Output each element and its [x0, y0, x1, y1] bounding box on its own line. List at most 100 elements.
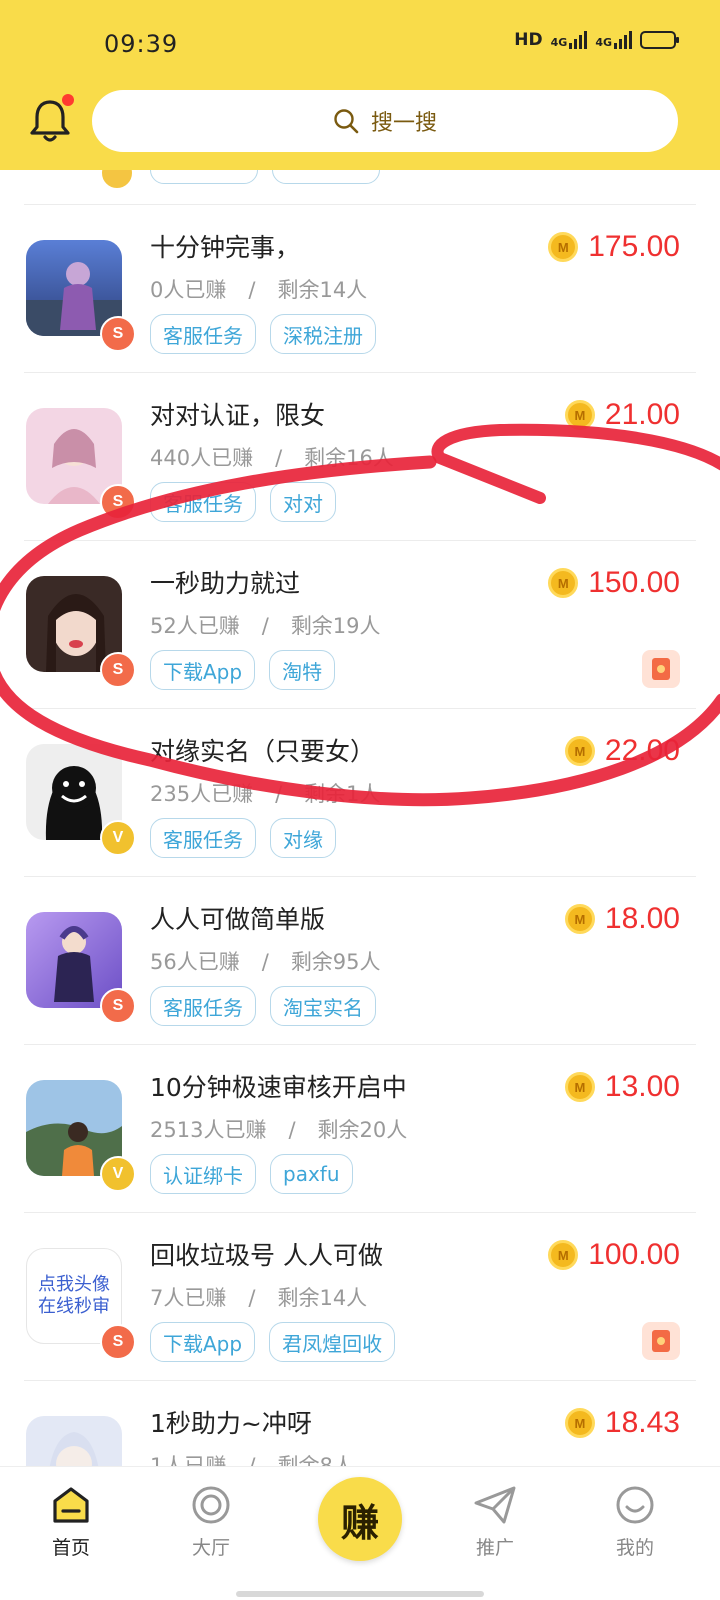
coin-icon: M — [564, 400, 595, 430]
nav-home[interactable]: 首页 — [16, 1485, 126, 1560]
task-title: 1秒助力~冲呀 — [150, 1409, 312, 1438]
status-time: 09:39 — [104, 30, 179, 58]
level-badge: S — [100, 1324, 136, 1360]
hd-indicator: HD — [514, 30, 543, 50]
task-reward: M 18.00 — [564, 902, 680, 936]
home-icon — [53, 1487, 89, 1523]
task-row[interactable]: S 十分钟完事， 0人已赚 / 剩余14人 客服任务 深税注册 M 175.00 — [0, 204, 720, 372]
battery-icon — [640, 31, 679, 49]
top-header: 09:39 HD 4G 4G 搜一搜 — [0, 0, 720, 170]
task-row[interactable]: S 一秒助力就过 52人已赚 / 剩余19人 下载App 淘特 M 150.00 — [0, 540, 720, 708]
task-tag[interactable]: 深税注册 — [270, 314, 376, 354]
task-title: 十分钟完事， — [150, 233, 301, 262]
nav-promote-label: 推广 — [475, 1537, 514, 1559]
task-title: 对缘实名（只要女） — [150, 737, 376, 766]
task-reward: M 18.43 — [564, 1406, 680, 1440]
task-stats: 235人已赚 / 剩余1人 — [150, 782, 381, 806]
task-tag[interactable]: 君凤煌回收 — [269, 1322, 396, 1362]
level-badge: S — [100, 988, 136, 1024]
task-amount: 150.00 — [588, 566, 680, 599]
task-reward: M 13.00 — [564, 1070, 680, 1104]
task-tag[interactable]: 下载App — [150, 1322, 256, 1362]
task-reward: M 21.00 — [564, 398, 680, 432]
profile-icon — [616, 1486, 654, 1524]
task-amount: 13.00 — [604, 1070, 680, 1103]
task-amount: 21.00 — [604, 398, 680, 431]
signal-icon-2: 4G — [595, 31, 632, 49]
search-placeholder: 搜一搜 — [370, 111, 437, 136]
task-tags: 客服任务 对对 — [150, 482, 336, 522]
red-envelope-icon[interactable] — [642, 1322, 680, 1360]
task-amount: 175.00 — [588, 230, 680, 263]
level-badge: V — [100, 1156, 136, 1192]
task-tag[interactable]: 客服任务 — [150, 482, 256, 522]
task-amount: 18.43 — [604, 1406, 680, 1439]
task-title: 对对认证，限女 — [150, 401, 326, 430]
task-title: 10分钟极速审核开启中 — [150, 1073, 407, 1102]
search-bar[interactable]: 搜一搜 — [92, 90, 678, 152]
nav-promote[interactable]: 推广 — [440, 1485, 550, 1560]
signal-icon: 4G — [551, 31, 588, 49]
task-tag[interactable]: 对缘 — [270, 818, 336, 858]
task-row[interactable]: 点我头像在线秒审 S 回收垃圾号 人人可做 7人已赚 / 剩余14人 下载App 君… — [0, 1212, 720, 1380]
paper-plane-icon — [474, 1486, 516, 1524]
status-bar: 09:39 HD 4G 4G — [0, 0, 720, 80]
task-tag[interactable]: 淘宝实名 — [270, 986, 376, 1026]
task-stats: 2513人已赚 / 剩余20人 — [150, 1118, 408, 1142]
partial-task-row — [0, 170, 720, 206]
task-tags: 下载App 君凤煌回收 — [150, 1322, 396, 1362]
task-tags: 客服任务 对缘 — [150, 818, 336, 858]
gesture-home-bar[interactable] — [236, 1591, 484, 1597]
notification-bell-icon[interactable] — [28, 94, 74, 144]
task-stats: 7人已赚 / 剩余14人 — [150, 1286, 368, 1310]
task-tag[interactable]: 客服任务 — [150, 986, 256, 1026]
task-tags: 客服任务 深税注册 — [150, 314, 376, 354]
coin-icon: M — [564, 736, 595, 766]
task-row[interactable]: S 对对认证，限女 440人已赚 / 剩余16人 客服任务 对对 M 21.00 — [0, 372, 720, 540]
task-tag[interactable]: 客服任务 — [150, 314, 256, 354]
task-row[interactable]: S 人人可做简单版 56人已赚 / 剩余95人 客服任务 淘宝实名 M 18.00 — [0, 876, 720, 1044]
earn-button[interactable]: 赚 — [318, 1477, 402, 1561]
task-tag[interactable]: 对对 — [270, 482, 336, 522]
task-row[interactable]: V 对缘实名（只要女） 235人已赚 / 剩余1人 客服任务 对缘 M 22.00 — [0, 708, 720, 876]
task-tag[interactable]: 淘特 — [269, 650, 336, 690]
task-stats: 440人已赚 / 剩余16人 — [150, 446, 394, 470]
nav-mine[interactable]: 我的 — [580, 1485, 690, 1560]
task-tags: 客服任务 淘宝实名 — [150, 986, 376, 1026]
task-tags: 下载App 淘特 — [150, 650, 336, 690]
nav-home-label: 首页 — [51, 1537, 90, 1559]
task-row[interactable]: V 10分钟极速审核开启中 2513人已赚 / 剩余20人 认证绑卡 paxfu M… — [0, 1044, 720, 1212]
task-tag[interactable]: 下载App — [150, 650, 256, 690]
red-envelope-icon[interactable] — [642, 650, 680, 688]
level-badge: S — [100, 316, 136, 352]
status-icons: HD 4G 4G — [514, 30, 679, 50]
coin-icon: M — [548, 232, 579, 262]
nav-hall-label: 大厅 — [191, 1537, 230, 1559]
task-reward: M 100.00 — [548, 1238, 680, 1272]
task-reward: M 22.00 — [564, 734, 680, 768]
task-stats: 52人已赚 / 剩余19人 — [150, 614, 381, 638]
search-icon — [334, 109, 359, 134]
nav-hall[interactable]: 大厅 — [156, 1485, 266, 1560]
coin-icon: M — [548, 568, 579, 598]
avatar-text: 点我头像在线秒审 — [38, 1274, 110, 1317]
notification-dot — [62, 94, 74, 106]
bottom-nav: 首页 大厅 赚 推广 我的 — [0, 1466, 720, 1600]
task-tag[interactable]: paxfu — [270, 1154, 353, 1194]
task-amount: 22.00 — [604, 734, 680, 767]
task-reward: M 175.00 — [548, 230, 680, 264]
task-stats: 0人已赚 / 剩余14人 — [150, 278, 368, 302]
level-badge: S — [100, 652, 136, 688]
task-reward: M 150.00 — [548, 566, 680, 600]
level-badge: S — [100, 484, 136, 520]
nav-mine-label: 我的 — [615, 1537, 654, 1559]
task-tag[interactable]: 客服任务 — [150, 818, 256, 858]
coin-icon: M — [564, 1408, 595, 1438]
coin-icon: M — [564, 1072, 595, 1102]
task-stats: 56人已赚 / 剩余95人 — [150, 950, 381, 974]
coin-icon: M — [548, 1240, 579, 1270]
task-tag[interactable]: 认证绑卡 — [150, 1154, 256, 1194]
task-title: 人人可做简单版 — [150, 905, 326, 934]
task-amount: 100.00 — [588, 1238, 680, 1271]
hall-icon — [192, 1486, 230, 1524]
